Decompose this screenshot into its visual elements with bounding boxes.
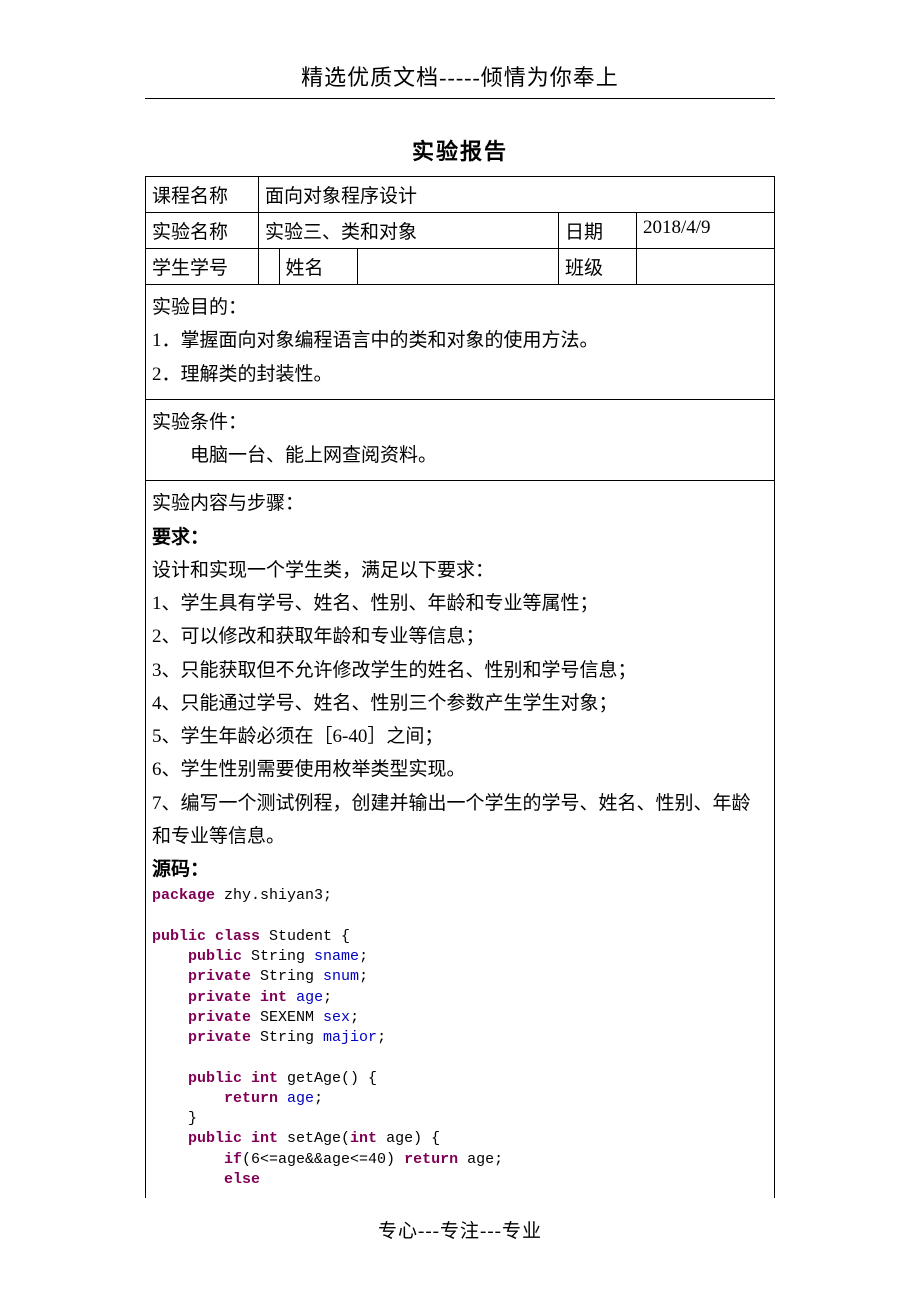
code-kw: private int xyxy=(188,989,287,1006)
code-field: sex xyxy=(323,1009,350,1026)
purpose-item: 2．理解类的封装性。 xyxy=(152,358,768,391)
code-kw: package xyxy=(152,887,215,904)
page-header: 精选优质文档-----倾情为你奉上 xyxy=(145,60,775,99)
code-text: age; xyxy=(458,1151,503,1168)
code-field: age xyxy=(287,1090,314,1107)
source-heading: 源码： xyxy=(152,853,768,886)
conditions-heading: 实验条件： xyxy=(152,406,768,439)
code-text: ; xyxy=(323,989,332,1006)
label-date: 日期 xyxy=(559,213,637,249)
requirements-item: 5、学生年龄必须在［6-40］之间； xyxy=(152,720,768,753)
code-text: } xyxy=(188,1110,197,1127)
code-text: SEXENM xyxy=(251,1009,323,1026)
value-name xyxy=(357,249,559,285)
requirements-heading: 要求： xyxy=(152,521,768,554)
code-kw: public xyxy=(188,948,242,965)
value-sid xyxy=(259,249,280,285)
conditions-item: 电脑一台、能上网查阅资料。 xyxy=(152,439,768,472)
code-text: setAge( xyxy=(278,1130,350,1147)
code-text: getAge() { xyxy=(278,1070,377,1087)
conditions-text: 电脑一台、能上网查阅资料。 xyxy=(190,445,437,466)
code-text: String xyxy=(251,968,323,985)
code-kw: public class xyxy=(152,928,260,945)
purpose-heading: 实验目的： xyxy=(152,291,768,324)
value-exp: 实验三、类和对象 xyxy=(259,213,559,249)
code-text: ; xyxy=(350,1009,359,1026)
label-name: 姓名 xyxy=(279,249,357,285)
label-course: 课程名称 xyxy=(146,177,259,213)
section-conditions: 实验条件： 电脑一台、能上网查阅资料。 xyxy=(146,399,775,481)
info-table: 课程名称 面向对象程序设计 实验名称 实验三、类和对象 日期 2018/4/9 … xyxy=(145,176,775,1198)
steps-heading: 实验内容与步骤： xyxy=(152,487,768,520)
report-title: 实验报告 xyxy=(145,134,775,166)
code-kw: int xyxy=(350,1130,377,1147)
code-text: String xyxy=(251,1029,323,1046)
page-footer: 专心---专注---专业 xyxy=(145,1216,775,1243)
code-field: sname xyxy=(314,948,359,965)
requirements-item: 4、只能通过学号、姓名、性别三个参数产生学生对象； xyxy=(152,687,768,720)
code-text: ; xyxy=(377,1029,386,1046)
requirements-intro: 设计和实现一个学生类，满足以下要求： xyxy=(152,554,768,587)
code-kw: return xyxy=(224,1090,278,1107)
code-text: Student { xyxy=(260,928,350,945)
requirements-item: 6、学生性别需要使用枚举类型实现。 xyxy=(152,753,768,786)
code-text: ; xyxy=(359,948,368,965)
requirements-item: 2、可以修改和获取年龄和专业等信息； xyxy=(152,620,768,653)
code-field: age xyxy=(296,989,323,1006)
code-kw: private xyxy=(188,1029,251,1046)
label-exp: 实验名称 xyxy=(146,213,259,249)
code-kw: private xyxy=(188,968,251,985)
code-kw: return xyxy=(404,1151,458,1168)
label-class: 班级 xyxy=(559,249,637,285)
value-course: 面向对象程序设计 xyxy=(259,177,775,213)
requirements-item: 3、只能获取但不允许修改学生的姓名、性别和学号信息； xyxy=(152,654,768,687)
code-kw: private xyxy=(188,1009,251,1026)
code-text: age) { xyxy=(377,1130,440,1147)
code-kw: if xyxy=(224,1151,242,1168)
code-text: ; xyxy=(314,1090,323,1107)
requirements-item: 1、学生具有学号、姓名、性别、年龄和专业等属性； xyxy=(152,587,768,620)
section-steps: 实验内容与步骤： 要求： 设计和实现一个学生类，满足以下要求： 1、学生具有学号… xyxy=(146,481,775,1198)
code-text: String xyxy=(242,948,314,965)
code-kw: public int xyxy=(188,1130,278,1147)
code-kw: else xyxy=(224,1171,260,1188)
value-class xyxy=(637,249,775,285)
code-field: majior xyxy=(323,1029,377,1046)
purpose-item: 1．掌握面向对象编程语言中的类和对象的使用方法。 xyxy=(152,324,768,357)
code-text: (6<=age&&age<=40) xyxy=(242,1151,404,1168)
code-kw: public int xyxy=(188,1070,278,1087)
value-date: 2018/4/9 xyxy=(637,213,775,249)
label-sid: 学生学号 xyxy=(146,249,259,285)
source-code: package zhy.shiyan3; public class Studen… xyxy=(152,886,768,1190)
requirements-item: 7、编写一个测试例程，创建并输出一个学生的学号、姓名、性别、年龄和专业等信息。 xyxy=(152,787,768,854)
code-field: snum xyxy=(323,968,359,985)
section-purpose: 实验目的： 1．掌握面向对象编程语言中的类和对象的使用方法。 2．理解类的封装性… xyxy=(146,285,775,400)
code-text: ; xyxy=(359,968,368,985)
code-text: zhy.shiyan3; xyxy=(215,887,332,904)
